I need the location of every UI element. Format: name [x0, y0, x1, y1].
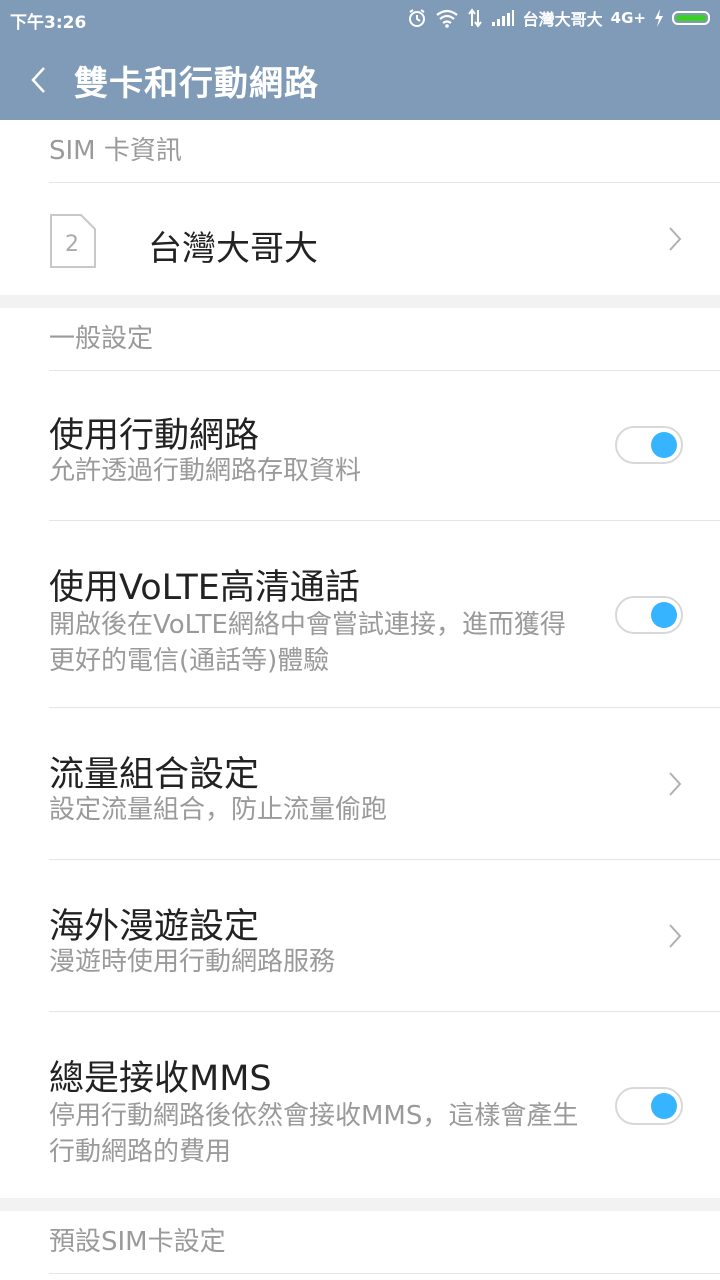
title-bar: 雙卡和行動網路 [0, 40, 720, 120]
data-transfer-icon [467, 8, 482, 28]
roaming-subtitle: 漫遊時使用行動網路服務 [49, 947, 336, 977]
volte-row[interactable]: 使用VoLTE高清通話 開啟後在VoLTE網絡中會嘗試連接，進而獲得更好的電信(… [0, 521, 720, 707]
sim-section-header: SIM 卡資訊 [49, 120, 720, 183]
data-plan-subtitle: 設定流量組合，防止流量偷跑 [49, 795, 388, 825]
mms-row[interactable]: 總是接收MMS 停用行動網路後依然會接收MMS，這樣會產生行動網路的費用 [0, 1012, 720, 1198]
sim-slot-number: 2 [65, 232, 79, 257]
sim-card-row[interactable]: 2 台灣大哥大 [0, 183, 720, 295]
status-time: 下午3:26 [10, 13, 87, 33]
default-sim-section-header: 預設SIM卡設定 [49, 1211, 720, 1274]
volte-title: 使用VoLTE高清通話 [49, 568, 360, 608]
mms-title: 總是接收MMS [49, 1059, 272, 1099]
mobile-data-row[interactable]: 使用行動網路 允許透過行動網路存取資料 [0, 369, 720, 521]
charging-icon [655, 9, 663, 27]
volte-subtitle: 開啟後在VoLTE網絡中會嘗試連接，進而獲得更好的電信(通話等)體驗 [49, 610, 566, 676]
data-plan-row[interactable]: 流量組合設定 設定流量組合，防止流量偷跑 [0, 708, 720, 860]
mobile-data-subtitle: 允許透過行動網路存取資料 [49, 456, 362, 486]
general-section: 一般設定 使用行動網路 允許透過行動網路存取資料 使用VoLTE高清通話 開啟後… [0, 308, 720, 1198]
status-bar: 下午3:26 台灣大哥大 4G+ [0, 0, 720, 40]
chevron-right-icon [669, 772, 682, 796]
status-icons: 台灣大哥大 4G+ [407, 6, 710, 30]
chevron-right-icon [669, 227, 682, 251]
roaming-title: 海外漫遊設定 [49, 907, 260, 947]
network-type: 4G+ [610, 9, 646, 27]
battery-icon [672, 11, 710, 25]
status-carrier: 台灣大哥大 [522, 10, 603, 29]
data-plan-title: 流量組合設定 [49, 755, 260, 795]
volte-toggle[interactable] [615, 596, 683, 634]
sim-carrier-name: 台灣大哥大 [148, 229, 318, 269]
page-title: 雙卡和行動網路 [74, 64, 319, 104]
sim-section: SIM 卡資訊 2 台灣大哥大 [0, 120, 720, 295]
back-arrow-icon[interactable] [26, 60, 56, 100]
signal-icon [491, 10, 514, 26]
mobile-data-toggle[interactable] [615, 426, 683, 464]
wifi-icon [435, 9, 458, 28]
roaming-row[interactable]: 海外漫遊設定 漫遊時使用行動網路服務 [0, 860, 720, 1012]
mobile-data-title: 使用行動網路 [49, 416, 260, 456]
mms-toggle[interactable] [615, 1087, 683, 1125]
alarm-icon [408, 9, 425, 27]
default-sim-section: 預設SIM卡設定 [0, 1211, 720, 1280]
sim-card-icon: 2 [50, 214, 96, 268]
mms-subtitle: 停用行動網路後依然會接收MMS，這樣會產生行動網路的費用 [49, 1101, 579, 1167]
general-section-header: 一般設定 [49, 308, 720, 371]
chevron-right-icon [669, 924, 682, 948]
